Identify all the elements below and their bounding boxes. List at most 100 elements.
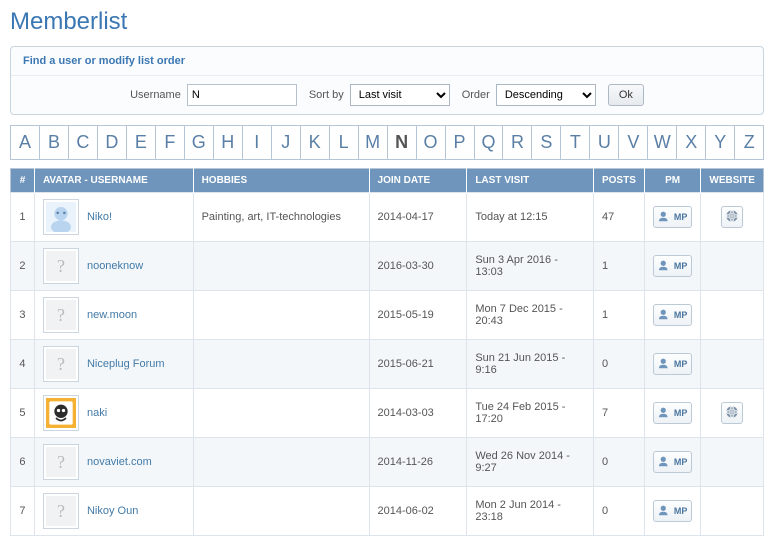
avatar-username-cell: Niko! <box>34 193 193 242</box>
hobbies-cell: Painting, art, IT-technologies <box>193 193 369 242</box>
last-visit-cell: Sun 3 Apr 2016 - 13:03 <box>467 242 594 291</box>
join-date-cell: 2014-06-02 <box>369 487 467 536</box>
th-avatar: AVATAR - USERNAME <box>34 169 193 193</box>
filter-body: Username Sort by Last visit Order Descen… <box>11 76 763 114</box>
globe-icon <box>725 209 739 226</box>
pm-button[interactable]: MP <box>653 500 693 522</box>
username-link[interactable]: Niceplug Forum <box>87 358 165 370</box>
th-visit: LAST VISIT <box>467 169 594 193</box>
alpha-link-a[interactable]: A <box>11 126 40 159</box>
hobbies-cell <box>193 291 369 340</box>
alpha-link-j[interactable]: J <box>272 126 301 159</box>
alpha-link-z[interactable]: Z <box>735 126 763 159</box>
avatar-username-cell: naki <box>34 389 193 438</box>
username-link[interactable]: Niko! <box>87 211 112 223</box>
last-visit-cell: Mon 2 Jun 2014 - 23:18 <box>467 487 594 536</box>
alpha-link-l[interactable]: L <box>330 126 359 159</box>
hobbies-cell <box>193 389 369 438</box>
username-link[interactable]: nooneknow <box>87 260 143 272</box>
pm-button[interactable]: MP <box>653 206 693 228</box>
table-row: 5naki2014-03-03Tue 24 Feb 2015 - 17:207M… <box>11 389 764 438</box>
alpha-link-r[interactable]: R <box>503 126 532 159</box>
alpha-link-u[interactable]: U <box>590 126 619 159</box>
hobbies-cell <box>193 340 369 389</box>
alpha-link-t[interactable]: T <box>561 126 590 159</box>
table-row: 1Niko!Painting, art, IT-technologies2014… <box>11 193 764 242</box>
alpha-link-v[interactable]: V <box>619 126 648 159</box>
pm-cell: MP <box>644 193 701 242</box>
website-link[interactable] <box>721 402 743 424</box>
hobbies-cell <box>193 487 369 536</box>
pm-cell: MP <box>644 487 701 536</box>
pm-button[interactable]: MP <box>653 451 693 473</box>
person-icon <box>658 454 672 470</box>
alpha-link-h[interactable]: H <box>214 126 243 159</box>
pm-cell: MP <box>644 389 701 438</box>
row-number: 2 <box>11 242 35 291</box>
avatar-username-cell: ? novaviet.com <box>34 438 193 487</box>
last-visit-cell: Sun 21 Jun 2015 - 9:16 <box>467 340 594 389</box>
sortby-select[interactable]: Last visit <box>350 84 450 106</box>
username-link[interactable]: novaviet.com <box>87 456 152 468</box>
avatar: ? <box>43 444 79 480</box>
join-date-cell: 2015-06-21 <box>369 340 467 389</box>
th-join: JOIN DATE <box>369 169 467 193</box>
avatar: ? <box>43 493 79 529</box>
website-cell <box>701 438 764 487</box>
person-icon <box>658 258 672 274</box>
avatar-username-cell: ? new.moon <box>34 291 193 340</box>
pm-cell: MP <box>644 242 701 291</box>
alpha-link-d[interactable]: D <box>98 126 127 159</box>
website-cell <box>701 340 764 389</box>
alpha-link-x[interactable]: X <box>677 126 706 159</box>
pm-button[interactable]: MP <box>653 255 693 277</box>
filter-panel: Find a user or modify list order Usernam… <box>10 46 764 115</box>
order-label: Order <box>462 89 490 101</box>
username-input[interactable] <box>187 84 297 106</box>
alpha-link-f[interactable]: F <box>156 126 185 159</box>
order-select[interactable]: Descending <box>496 84 596 106</box>
row-number: 6 <box>11 438 35 487</box>
avatar <box>43 199 79 235</box>
alpha-link-b[interactable]: B <box>40 126 69 159</box>
pm-cell: MP <box>644 438 701 487</box>
avatar <box>43 395 79 431</box>
pm-button[interactable]: MP <box>653 304 693 326</box>
alpha-link-i[interactable]: I <box>243 126 272 159</box>
posts-cell: 0 <box>593 487 644 536</box>
username-label: Username <box>130 89 181 101</box>
alpha-link-c[interactable]: C <box>69 126 98 159</box>
website-cell <box>701 487 764 536</box>
join-date-cell: 2014-04-17 <box>369 193 467 242</box>
pm-label: MP <box>674 261 688 271</box>
join-date-cell: 2015-05-19 <box>369 291 467 340</box>
pm-label: MP <box>674 408 688 418</box>
website-link[interactable] <box>721 206 743 228</box>
pm-cell: MP <box>644 340 701 389</box>
username-link[interactable]: Nikoy Oun <box>87 505 138 517</box>
alpha-link-q[interactable]: Q <box>475 126 504 159</box>
alpha-link-p[interactable]: P <box>446 126 475 159</box>
alpha-link-w[interactable]: W <box>648 126 677 159</box>
alpha-link-n[interactable]: N <box>388 126 417 159</box>
posts-cell: 0 <box>593 438 644 487</box>
pm-button[interactable]: MP <box>653 402 693 424</box>
alpha-link-e[interactable]: E <box>127 126 156 159</box>
alpha-link-m[interactable]: M <box>359 126 388 159</box>
ok-button[interactable]: Ok <box>608 84 644 106</box>
th-hobbies: HOBBIES <box>193 169 369 193</box>
last-visit-cell: Mon 7 Dec 2015 - 20:43 <box>467 291 594 340</box>
website-cell <box>701 193 764 242</box>
alpha-link-o[interactable]: O <box>417 126 446 159</box>
alpha-link-g[interactable]: G <box>185 126 214 159</box>
alpha-link-s[interactable]: S <box>532 126 561 159</box>
avatar-username-cell: ?Niceplug Forum <box>34 340 193 389</box>
username-link[interactable]: new.moon <box>87 309 137 321</box>
person-icon <box>658 503 672 519</box>
pm-button[interactable]: MP <box>653 353 693 375</box>
globe-icon <box>725 405 739 422</box>
alpha-link-y[interactable]: Y <box>706 126 735 159</box>
avatar: ? <box>43 297 79 333</box>
alpha-link-k[interactable]: K <box>301 126 330 159</box>
username-link[interactable]: naki <box>87 407 107 419</box>
